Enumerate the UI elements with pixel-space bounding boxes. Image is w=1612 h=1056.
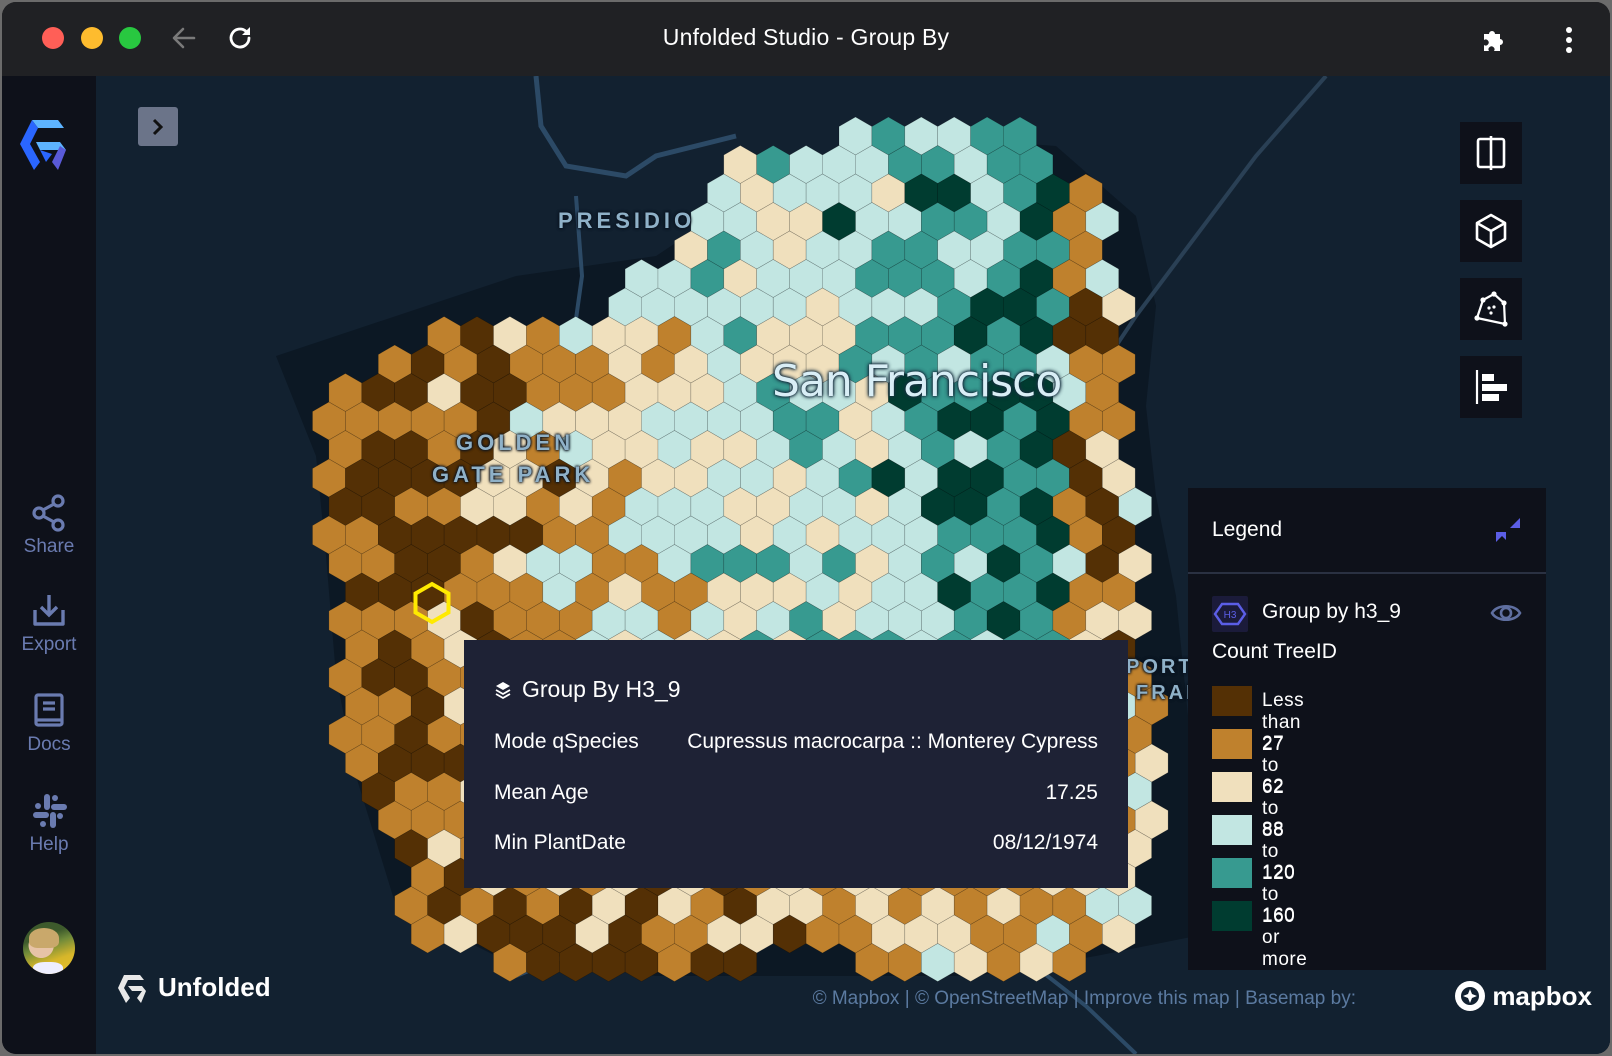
legend-field-name: Count TreeID [1212,640,1337,663]
split-map-button[interactable] [1460,122,1522,184]
visibility-eye-icon[interactable] [1490,600,1522,626]
separator: | [1229,988,1246,1009]
tooltip-label: Min PlantDate [494,831,626,854]
map-label-presidio: PRESIDIO [558,208,696,233]
mapbox-wordmark: mapbox [1492,980,1592,1011]
map-label-golden-gate-park: GATE PARK [432,462,595,487]
mapbox-attribution-link[interactable]: © Mapbox [813,988,900,1009]
svg-text:H3: H3 [1224,610,1237,621]
expand-sidebar-button[interactable] [138,107,178,146]
tooltip-label: Mode qSpecies [494,730,639,753]
legend-swatch [1212,858,1252,888]
legend-swatch [1212,815,1252,845]
legend-title: Legend [1212,518,1283,541]
chevron-right-icon [152,118,164,135]
tooltip-value: 08/12/1974 [992,831,1098,854]
mapbox-mark-icon [1455,981,1486,1011]
title-bar: Unfolded Studio - Group By [2,2,1610,76]
extension-puzzle-icon[interactable] [1478,24,1510,56]
tooltip-value: Cupressus macrocarpa :: Monterey Cypress [687,730,1098,753]
slack-icon [33,794,67,828]
map-label-port: PORT [1126,656,1194,678]
legend-swatch [1212,772,1252,802]
tooltip-label: Mean Age [494,781,589,804]
more-vertical-icon[interactable] [1562,24,1576,56]
cube-icon [1475,213,1507,249]
sidebar-item-label: Docs [27,734,71,755]
user-avatar[interactable] [23,922,75,974]
legend-label: 160 or more [1262,905,1308,970]
download-icon [33,595,65,626]
book-icon [34,693,64,727]
share-icon [32,494,65,532]
window-title: Unfolded Studio - Group By [662,24,950,50]
h3-layer-icon: H3 [1212,596,1248,632]
legend-bars-icon [1475,370,1507,404]
3d-view-button[interactable] [1460,200,1522,262]
sidebar-item-export[interactable]: Export [2,592,96,656]
unfolded-mark-icon [118,974,146,1003]
browser-window: Unfolded Studio - Group By Share Export … [2,2,1610,1054]
legend-swatch [1212,729,1252,759]
tooltip-value: 17.25 [1045,781,1098,804]
unfolded-brand-logo: Unfolded [116,972,271,1003]
brand-name: Unfolded [158,972,271,1002]
legend-layer-row: H3 Group by h3_9 [1212,596,1522,632]
basemap-label: Basemap by: [1245,988,1356,1009]
sidebar: Share Export Docs Help [2,76,96,1054]
tooltip-row: Mean Age 17.25 [494,781,1098,805]
legend-layer-name: Group by h3_9 [1262,600,1401,623]
separator: | [899,988,915,1009]
layers-icon [495,681,511,699]
legend-swatch [1212,686,1252,716]
split-map-icon [1476,136,1506,170]
map-label-city: San Francisco [772,356,1062,407]
sidebar-item-help[interactable]: Help [2,792,96,856]
sidebar-item-share[interactable]: Share [2,494,96,558]
map-attribution: © Mapbox | © OpenStreetMap | Improve thi… [813,988,1356,1010]
osm-attribution-link[interactable]: © OpenStreetMap [915,988,1068,1009]
map-label-golden-gate-park: GOLDEN [456,430,575,455]
sidebar-item-docs[interactable]: Docs [2,692,96,756]
tooltip-header: Group By H3_9 [494,676,681,703]
hover-tooltip: Group By H3_9 Mode qSpecies Cupressus ma… [464,640,1128,888]
legend-toggle-button[interactable] [1460,356,1522,418]
sidebar-item-label: Help [29,834,69,855]
legend-panel: Legend H3 Group by h3_9 Count TreeID Les… [1188,488,1546,970]
legend-swatch [1212,901,1252,931]
legend-header: Legend [1188,488,1546,574]
polygon-draw-icon [1474,291,1508,327]
sidebar-item-label: Export [21,634,77,655]
collapse-legend-icon[interactable] [1494,516,1522,544]
tooltip-title: Group By H3_9 [522,676,681,702]
improve-map-link[interactable]: Improve this map [1084,988,1230,1009]
separator: | [1068,988,1084,1009]
draw-polygon-button[interactable] [1460,278,1522,340]
sidebar-item-label: Share [23,536,75,557]
tooltip-row: Mode qSpecies Cupressus macrocarpa :: Mo… [494,730,1098,754]
unfolded-logo-icon[interactable] [18,116,80,172]
map-canvas[interactable]: PRESIDIO GOLDEN GATE PARK San Francisco … [96,76,1610,1054]
tooltip-row: Min PlantDate 08/12/1974 [494,831,1098,855]
mapbox-logo[interactable]: mapbox [1454,980,1592,1012]
